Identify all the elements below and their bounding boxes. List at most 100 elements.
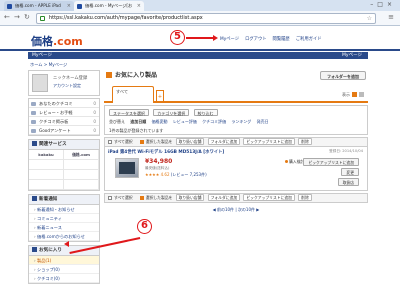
add-to-folder-button[interactable]: フォルダに追加 <box>207 138 241 145</box>
news-link[interactable]: 新着通知・お知らせ <box>29 205 99 214</box>
news-link[interactable]: コミュニティ <box>29 214 99 223</box>
sort-option[interactable]: クチコミ評価 <box>202 119 226 124</box>
filter-button[interactable]: 絞り込む <box>193 109 218 116</box>
mypage-bar: Myページ Myページ <box>28 52 368 59</box>
annotation-6-arrowhead <box>64 241 69 247</box>
stores-button[interactable]: 取り扱い店舗 <box>175 194 205 201</box>
pickup-button[interactable]: ピックアップリストに追加 <box>303 158 359 166</box>
site-logo[interactable]: 価格.com <box>31 33 83 49</box>
tab-all[interactable]: すべて <box>112 86 154 103</box>
sidebar-item-survey[interactable]: Goodアンケート 0 <box>29 126 99 135</box>
list-action-bar-bottom: すべて選択 選択した製品を 取り扱い店舗 フォルダに追加 ピックアップリストに追… <box>104 193 368 203</box>
board-icon <box>31 119 36 124</box>
pager[interactable]: ◀ 前の10件 | 次の10件 ▶ <box>104 207 368 213</box>
sidebar-item-kuchikomi[interactable]: あなたのクチコミ 0 <box>29 99 99 108</box>
add-folder-button[interactable]: フォルダーを追加 <box>320 71 366 80</box>
sidebar-item-review[interactable]: レビュー・お手軽 0 <box>29 108 99 117</box>
survey-icon <box>31 128 36 133</box>
nav-logout[interactable]: ログアウト <box>245 36 266 42</box>
service-link[interactable] <box>29 180 64 190</box>
profile-box: ニックネーム登録 アカウント設定 <box>28 70 100 96</box>
favorite-links: 製品(1) ショップ(0) クチコミ(0) <box>28 255 100 284</box>
checked-indicator <box>139 139 144 144</box>
browser-tab-2[interactable]: 価格.com - Myページ[お × <box>74 1 144 11</box>
nav-mypage[interactable]: Myページ <box>220 36 239 42</box>
product-name-link[interactable]: iPad 第4世代 Wi-Fiモデル 16GB MD513J/A [ホワイト] <box>108 149 224 155</box>
grid-view-icon <box>359 92 364 97</box>
status-select[interactable]: ステータスを選択 <box>109 109 149 116</box>
forward-icon[interactable]: → <box>14 13 20 21</box>
service-link[interactable]: kakaku <box>29 150 64 160</box>
account-setting-link[interactable]: アカウント設定 <box>53 83 81 89</box>
service-link[interactable] <box>29 160 64 170</box>
sort-option[interactable]: 発売日 <box>257 119 269 124</box>
bookmark-star-icon[interactable]: ☆ <box>367 14 372 23</box>
favorite-products-link[interactable]: 製品(1) <box>29 256 99 265</box>
page-title: お気に入り製品 フォルダーを追加 <box>104 70 368 82</box>
list-view-icon <box>352 92 357 97</box>
services-title: 関連サービス <box>28 139 100 149</box>
delete-button[interactable]: 削除 <box>298 138 312 145</box>
stores-button[interactable]: 取り扱い店舗 <box>175 138 205 145</box>
favorite-kuchikomi-link[interactable]: クチコミ(0) <box>29 274 99 283</box>
select-all-checkbox[interactable] <box>108 195 112 200</box>
add-tab-icon[interactable]: + <box>156 90 164 103</box>
category-select[interactable]: カテゴリを選択 <box>153 109 190 116</box>
change-button[interactable]: 変更 <box>341 168 359 176</box>
comment-icon <box>31 101 36 106</box>
news-links: 新着通知・お知らせ コミュニティ 新着ニュース 価格.comからのお知らせ <box>28 204 100 242</box>
reload-icon[interactable]: ↻ <box>24 13 30 21</box>
address-bar: ← → ↻ https://ssl.kakaku.com/auth/mypage… <box>0 11 400 26</box>
news-link[interactable]: 価格.comからのお知らせ <box>29 232 99 241</box>
product-rating: ★★★★ 4.62 (レビュー 7,253件) <box>145 172 207 177</box>
annotation-5: 5 <box>170 30 185 45</box>
activity-menu: あなたのクチコミ 0 レビュー・お手軽 0 クチコミ掲示板 0 Goodアンケート 0 <box>28 98 100 136</box>
sort-row: 並び替え 追加日順 価格変動 レビュー評価 クチコミ評価 ランキング 発売日 <box>109 119 269 124</box>
select-all-checkbox[interactable] <box>108 139 112 144</box>
close-tab-icon[interactable]: × <box>137 1 141 11</box>
profile-name[interactable]: ニックネーム登録 <box>53 75 87 81</box>
view-toggle[interactable]: 表示 <box>342 92 364 98</box>
news-title: 新着通知 <box>28 194 100 204</box>
back-icon[interactable]: ← <box>4 13 10 21</box>
service-link[interactable] <box>64 170 99 180</box>
sidebar-item-bbs[interactable]: クチコミ掲示板 0 <box>29 117 99 126</box>
shops-button[interactable]: 取扱店 <box>337 178 359 186</box>
service-link[interactable] <box>64 180 99 190</box>
favorite-shops-link[interactable]: ショップ(0) <box>29 265 99 274</box>
annotation-5-arrowhead <box>213 35 218 41</box>
product-image[interactable] <box>115 158 139 178</box>
breadcrumb[interactable]: ホーム > Myページ <box>30 62 67 68</box>
menu-icon[interactable]: ≡ <box>388 13 394 21</box>
sort-option[interactable]: ランキング <box>231 119 251 124</box>
close-tab-icon[interactable]: × <box>67 1 71 11</box>
delete-button[interactable]: 削除 <box>298 194 312 201</box>
price-note: 最安値(送料込) <box>145 166 170 170</box>
avatar <box>32 74 48 92</box>
sort-option[interactable]: 価格変動 <box>152 119 168 124</box>
service-link[interactable] <box>64 160 99 170</box>
review-icon <box>31 110 36 115</box>
add-to-pickup-button[interactable]: ピックアップリストに追加 <box>243 194 295 201</box>
window-controls[interactable]: –□× <box>370 1 396 8</box>
nav-history[interactable]: 閲覧履歴 <box>273 36 290 42</box>
url-input[interactable]: https://ssl.kakaku.com/auth/mypage/favor… <box>36 13 376 24</box>
filter-box: ステータスを選択 カテゴリを選択 絞り込む 並び替え 追加日順 価格変動 レビュ… <box>104 105 368 135</box>
sort-option[interactable]: 追加日順 <box>130 119 146 124</box>
annotation-6: 6 <box>137 219 152 234</box>
checked-indicator <box>139 195 144 200</box>
product-row: iPad 第4世代 Wi-Fiモデル 16GB MD513J/A [ホワイト] … <box>104 147 368 191</box>
service-link[interactable] <box>29 170 64 180</box>
add-to-folder-button[interactable]: フォルダに追加 <box>207 194 241 201</box>
service-link[interactable]: 価格.com <box>64 150 99 160</box>
sort-option[interactable]: レビュー評価 <box>173 119 197 124</box>
browser-tab-1[interactable]: 価格.com - APPLE iPad × <box>4 1 74 11</box>
mypage-bar-right[interactable]: Myページ <box>342 52 362 59</box>
add-to-pickup-button[interactable]: ピックアップリストに追加 <box>243 138 295 145</box>
nav-guide[interactable]: ご利用ガイド <box>296 36 322 42</box>
news-link[interactable]: 新着ニュース <box>29 223 99 232</box>
product-price[interactable]: ¥34,980 <box>145 158 172 165</box>
services-grid: kakaku 価格.com <box>28 149 100 191</box>
folder-tabs: すべて + 表示 <box>104 86 368 103</box>
product-date: 登録日: 2014/10/04 <box>329 149 363 153</box>
